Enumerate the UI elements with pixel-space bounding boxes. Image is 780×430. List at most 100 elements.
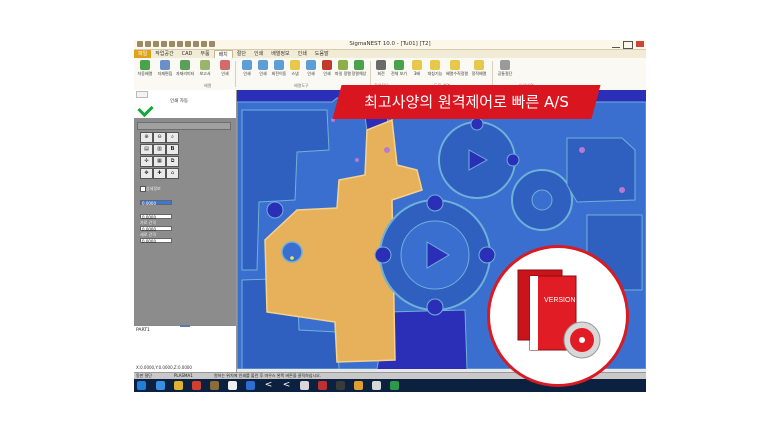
- zoom-fit-icon[interactable]: ⌕: [166, 132, 179, 143]
- product-disc-hole: [579, 337, 585, 343]
- print-icon-3: [258, 60, 268, 70]
- print-label: 인쇄: [221, 71, 229, 76]
- array-vertical-button[interactable]: 배열수직정렬: [446, 60, 468, 82]
- tool-c-icon[interactable]: ✣: [140, 156, 153, 167]
- panel-tab[interactable]: [136, 91, 148, 98]
- small-hole: [355, 158, 359, 162]
- zoom-out-icon[interactable]: ⊖: [153, 132, 166, 143]
- windows-start-icon[interactable]: [137, 381, 146, 390]
- material-edit-button[interactable]: 자재편집: [156, 60, 174, 82]
- group-nest-tools: 배열도구: [294, 83, 309, 88]
- tab-part[interactable]: 부품: [196, 50, 213, 58]
- panel-title: 인쇄 자동: [170, 99, 188, 104]
- tab-print-2[interactable]: 인쇄: [294, 50, 311, 58]
- explorer-icon[interactable]: [174, 381, 183, 390]
- mirror-label: 대칭기능: [427, 71, 443, 76]
- print-icon-5: [322, 60, 332, 70]
- tab-layout-info[interactable]: 배열정보: [267, 50, 293, 58]
- tool-a-icon[interactable]: ▤: [140, 144, 153, 155]
- part-list-item[interactable]: PART1: [136, 328, 150, 333]
- remnant-icon: [180, 60, 190, 70]
- origin-marker: [290, 256, 294, 260]
- ribbon-separator: [492, 61, 493, 87]
- app-icon[interactable]: [300, 381, 309, 390]
- tool-g-icon[interactable]: ✚: [153, 168, 166, 179]
- tab-file[interactable]: 파일: [134, 50, 152, 58]
- auto-nest-button[interactable]: 자동배열: [136, 60, 154, 82]
- remnant-label: 자재리미터: [176, 71, 195, 76]
- bold-b-icon[interactable]: B: [166, 144, 179, 155]
- app-icon[interactable]: [318, 381, 327, 390]
- app-icon[interactable]: [354, 381, 363, 390]
- splitter-handle[interactable]: [180, 325, 190, 327]
- gear-hole: [374, 246, 392, 264]
- gear-hole: [426, 298, 444, 316]
- sigmanest-task-icon-2[interactable]: <: [282, 381, 291, 390]
- small-hole: [384, 147, 390, 153]
- tab-cad[interactable]: CAD: [178, 50, 197, 58]
- tool-e-icon[interactable]: ⧉: [166, 156, 179, 167]
- print-tool-icon: [220, 60, 230, 70]
- tab-help[interactable]: 도움말: [311, 50, 333, 58]
- paint-icon[interactable]: [228, 381, 237, 390]
- tab-workspace[interactable]: 작업공간: [151, 50, 177, 58]
- static-array-button[interactable]: 정적배열: [470, 60, 488, 82]
- ribbon-separator: [370, 61, 371, 87]
- tool-h-icon[interactable]: ⌂: [166, 168, 179, 179]
- product-badge: VERSION 10: [487, 245, 629, 387]
- gear-hole: [470, 117, 484, 131]
- title-bar: SigmaNEST 10.0 - [Tu01] [T2]: [134, 40, 646, 50]
- window-title: SigmaNEST 10.0 - [Tu01] [T2]: [349, 41, 431, 47]
- promo-banner-text: 최고사양의 원격제어로 빠른 A/S: [364, 93, 569, 111]
- folder-icon[interactable]: [210, 381, 219, 390]
- align-button[interactable]: 정렬해상: [350, 60, 368, 82]
- value-field-2[interactable]: 0.0000: [140, 214, 172, 220]
- print-button[interactable]: 인쇄: [216, 60, 234, 82]
- print-icon-2: [242, 60, 252, 70]
- tab-cut[interactable]: 절단: [233, 50, 250, 58]
- v-gap-field[interactable]: 0.0000: [140, 238, 172, 244]
- minimize-button[interactable]: [612, 41, 620, 48]
- triple-button[interactable]: 3배: [408, 60, 426, 82]
- tool-d-icon[interactable]: ▦: [153, 156, 166, 167]
- ribbon-separator: [235, 61, 236, 87]
- zoom-in-icon[interactable]: ⊕: [140, 132, 153, 143]
- mirror-icon: [430, 60, 440, 70]
- report-button[interactable]: 보고서: [196, 60, 214, 82]
- chrome-icon[interactable]: [192, 381, 201, 390]
- align-label: 정렬해상: [351, 71, 367, 76]
- app-icon[interactable]: [372, 381, 381, 390]
- static-array-icon: [474, 60, 484, 70]
- app-icon[interactable]: [390, 381, 399, 390]
- rotate-icon: [376, 60, 386, 70]
- window-controls: [612, 41, 644, 49]
- tool-b-icon[interactable]: ▥: [153, 144, 166, 155]
- remnant-button[interactable]: 자재리미터: [176, 60, 194, 82]
- h-gap-field[interactable]: 0.0000: [140, 226, 172, 232]
- sigmanest-task-icon[interactable]: <: [264, 381, 273, 390]
- maximize-button[interactable]: [623, 41, 633, 49]
- part-hole: [266, 201, 284, 219]
- file-sort-icon: [338, 60, 348, 70]
- tool-f-icon[interactable]: ✥: [140, 168, 153, 179]
- auto-nest-label: 자동배열: [137, 71, 153, 76]
- plate-hole: [579, 147, 585, 153]
- value-field-1[interactable]: 0.0000: [140, 200, 172, 206]
- panel-dropdown[interactable]: [137, 122, 231, 130]
- coordinate-readout: X:0.0000,Y:0.0000,Z:0.0000: [136, 365, 192, 370]
- common-cut-button[interactable]: 공통절단: [496, 60, 514, 82]
- mirror-button[interactable]: 대칭기능: [426, 60, 444, 82]
- detail-checkbox-label: 상세정보: [146, 186, 161, 191]
- close-button[interactable]: [636, 41, 644, 47]
- tab-print[interactable]: 인쇄: [250, 50, 267, 58]
- view-all-button[interactable]: 전체 보기: [390, 60, 408, 82]
- common-cut-icon: [500, 60, 510, 70]
- plate-part: [566, 137, 636, 203]
- rotate-button[interactable]: 회전: [372, 60, 390, 82]
- outlook-icon[interactable]: [246, 381, 255, 390]
- ie-icon[interactable]: [156, 381, 165, 390]
- rotate-move-icon: [274, 60, 284, 70]
- group-nest: 배열: [204, 83, 212, 88]
- product-box-graphic: VERSION 10: [517, 269, 601, 359]
- app-icon[interactable]: [336, 381, 345, 390]
